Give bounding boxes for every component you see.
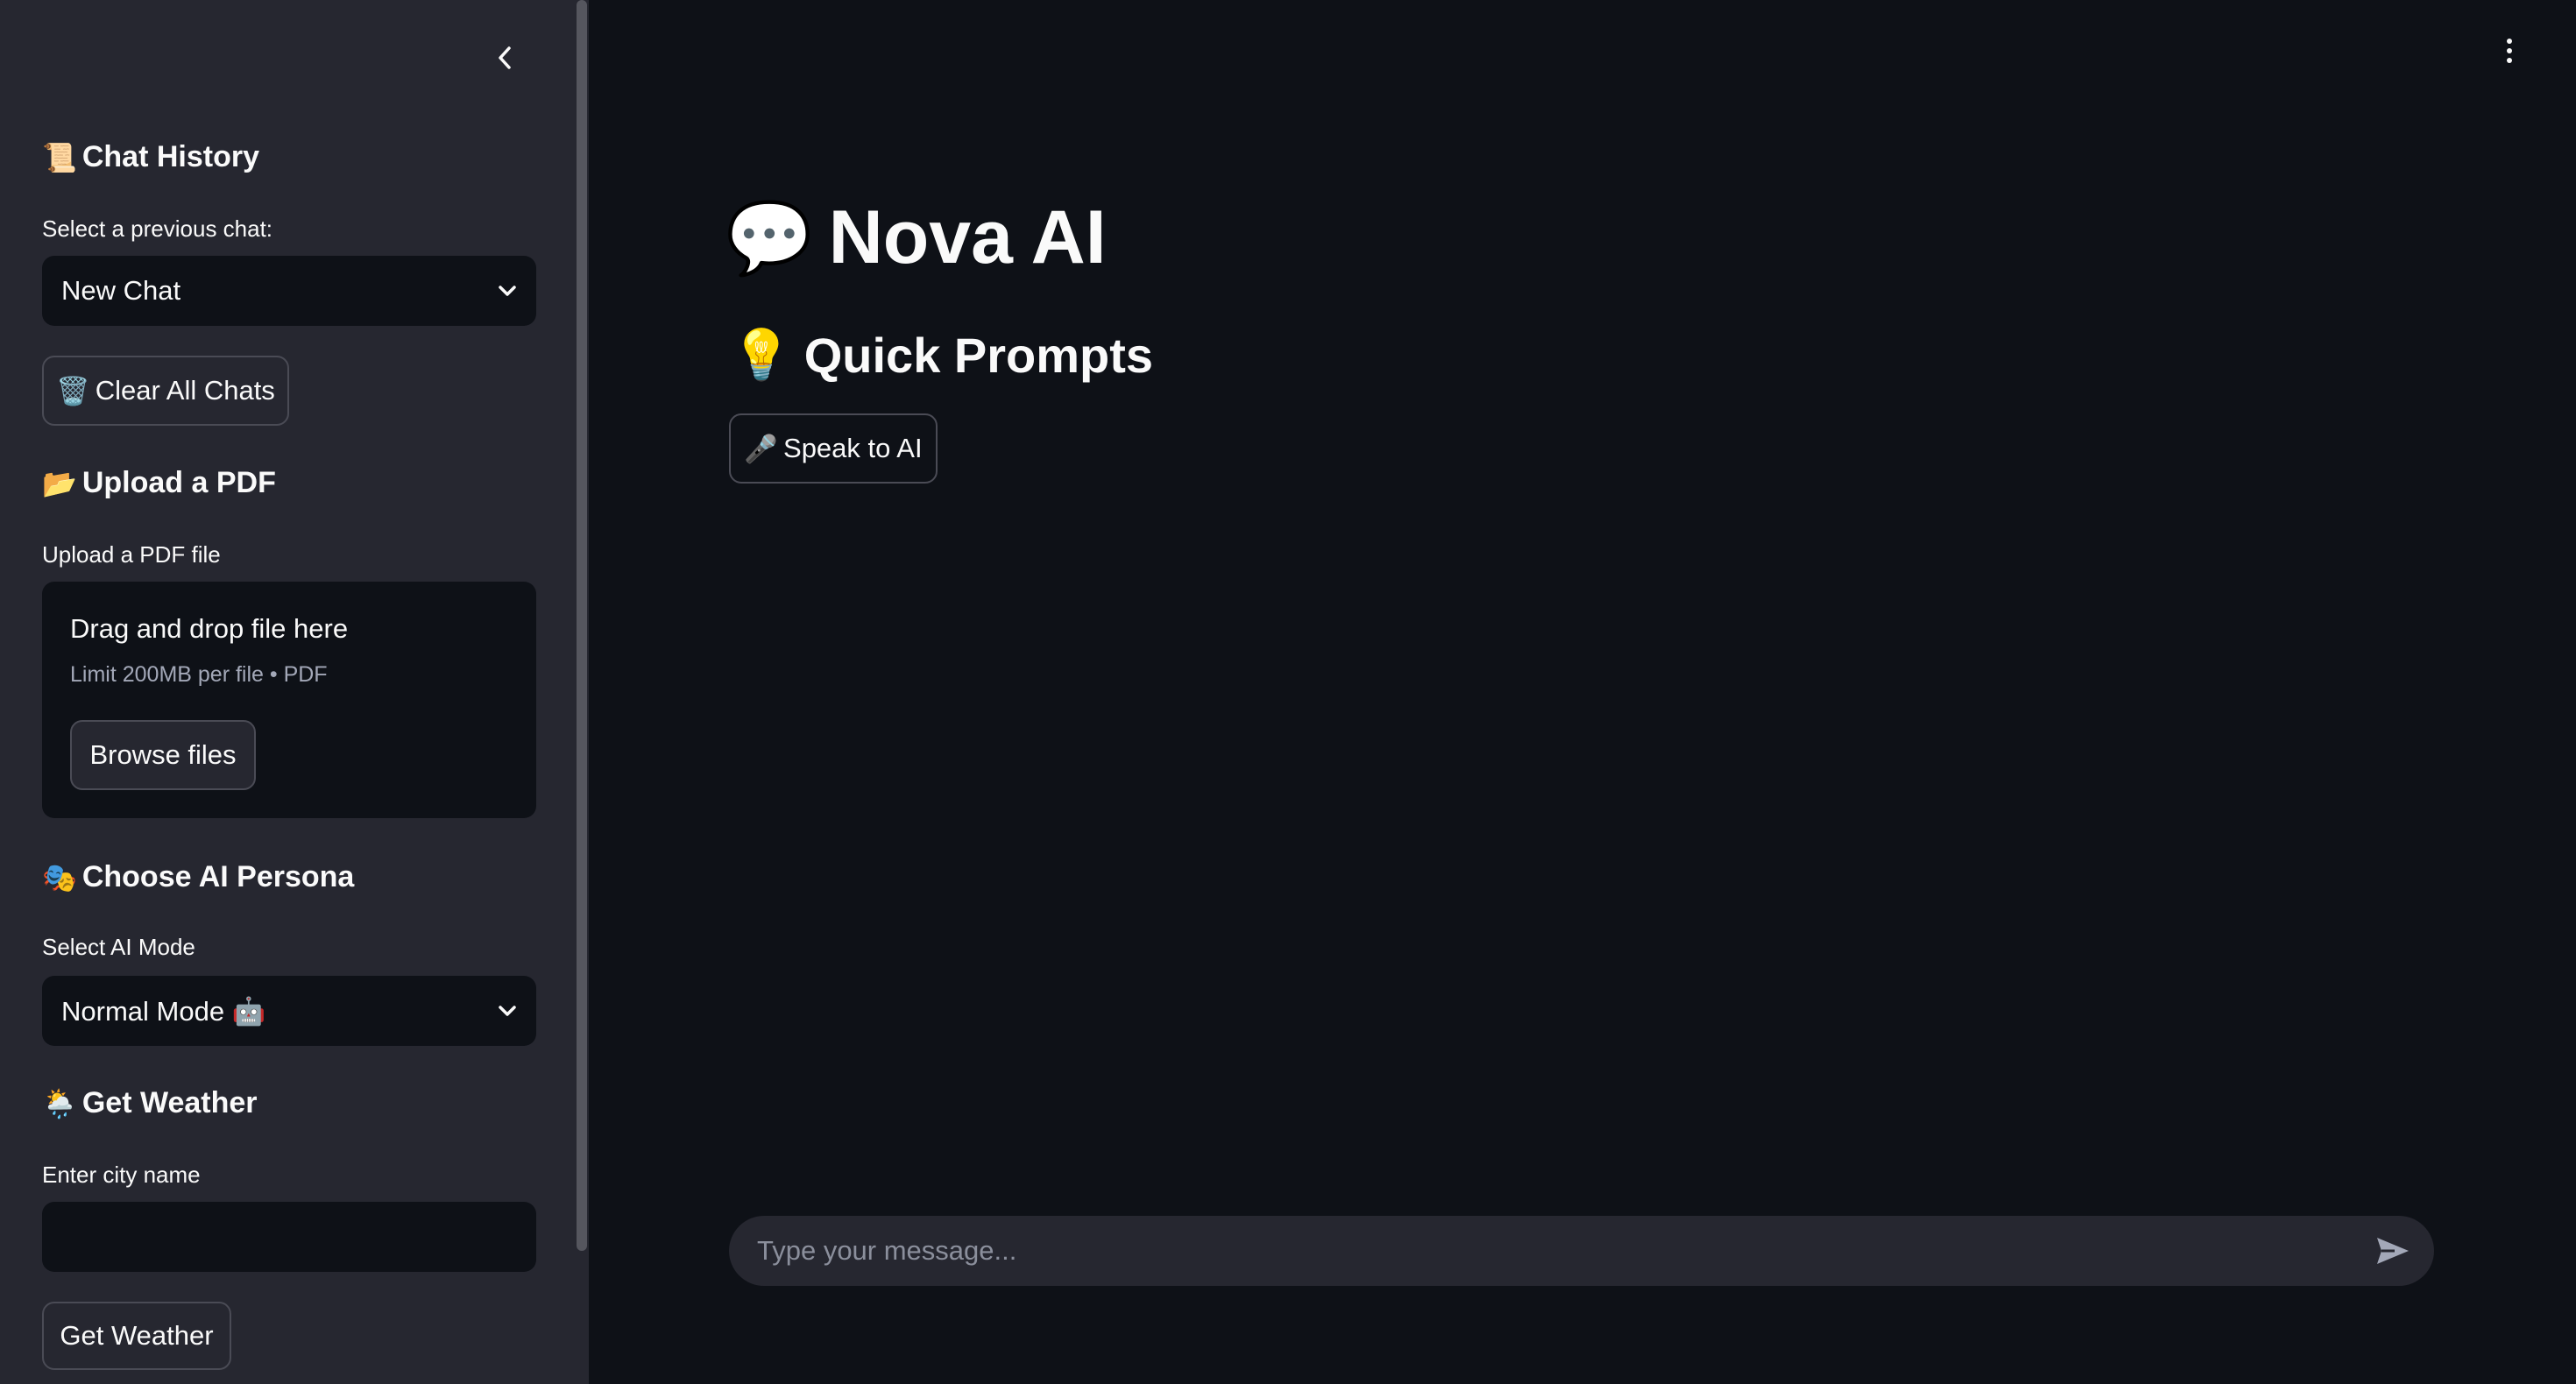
weather-heading-text: Get Weather: [81, 1086, 258, 1119]
upload-pdf-label: Upload a PDF file: [42, 541, 221, 568]
city-name-input[interactable]: [42, 1202, 536, 1272]
chat-history-heading-text: Chat History: [81, 140, 259, 173]
get-weather-button[interactable]: Get Weather: [42, 1302, 231, 1370]
ai-mode-select[interactable]: Normal Mode 🤖: [42, 976, 536, 1046]
ai-mode-label: Select AI Mode: [42, 934, 195, 960]
scroll-icon: 📜: [42, 141, 77, 173]
chat-history-select[interactable]: New Chat: [42, 256, 536, 326]
trash-icon: 🗑️: [56, 375, 90, 406]
persona-heading-text: Choose AI Persona: [81, 860, 355, 893]
clear-all-chats-button[interactable]: 🗑️ Clear All Chats: [42, 356, 289, 426]
persona-heading: 🎭 Choose AI Persona: [42, 860, 354, 894]
folder-icon: 📂: [42, 467, 77, 499]
chat-history-select-value: New Chat: [61, 275, 181, 306]
speak-to-ai-button[interactable]: 🎤 Speak to AI: [729, 413, 938, 484]
page-title-text: Nova AI: [828, 195, 1107, 279]
lightbulb-icon: 💡: [731, 327, 792, 382]
chat-message-input[interactable]: [757, 1216, 2334, 1286]
quick-prompts-heading: 💡 Quick Prompts: [731, 326, 1153, 384]
kebab-menu-icon: [2507, 39, 2512, 44]
microphone-icon: 🎤: [744, 433, 779, 464]
chat-input-bar: [729, 1216, 2434, 1286]
city-input-label: Enter city name: [42, 1162, 201, 1188]
collapse-sidebar-button[interactable]: [487, 40, 522, 75]
dropzone-title: Drag and drop file here: [70, 613, 349, 644]
theater-masks-icon: 🎭: [42, 861, 77, 893]
kebab-dot: [2507, 48, 2512, 53]
chevron-down-icon: [499, 286, 516, 296]
main-menu-button[interactable]: [2492, 33, 2527, 68]
send-button[interactable]: [2374, 1233, 2411, 1268]
sidebar: 📜 Chat History Select a previous chat: N…: [0, 0, 589, 1384]
weather-heading: 🌦️ Get Weather: [42, 1086, 258, 1120]
dropzone-limit: Limit 200MB per file • PDF: [70, 662, 328, 687]
speak-to-ai-label: Speak to AI: [783, 433, 923, 463]
send-icon: [2377, 1238, 2409, 1264]
browse-files-button[interactable]: Browse files: [70, 720, 256, 790]
pdf-dropzone[interactable]: Drag and drop file here Limit 200MB per …: [42, 582, 536, 818]
upload-pdf-heading-text: Upload a PDF: [81, 466, 276, 499]
page-title: 💬 Nova AI: [725, 194, 1107, 281]
speech-bubble-icon: 💬: [725, 198, 813, 277]
weather-icon: 🌦️: [42, 1087, 77, 1119]
ai-mode-select-value: Normal Mode 🤖: [61, 995, 266, 1027]
quick-prompts-heading-text: Quick Prompts: [803, 327, 1154, 383]
chat-history-heading: 📜 Chat History: [42, 140, 259, 174]
upload-pdf-heading: 📂 Upload a PDF: [42, 466, 276, 500]
sidebar-scrollbar[interactable]: [577, 0, 587, 1251]
clear-all-chats-label: Clear All Chats: [95, 375, 275, 406]
chevron-down-icon: [499, 1006, 516, 1016]
chat-select-label: Select a previous chat:: [42, 215, 273, 242]
chevron-left-icon: [499, 46, 511, 69]
kebab-dot: [2507, 58, 2512, 63]
